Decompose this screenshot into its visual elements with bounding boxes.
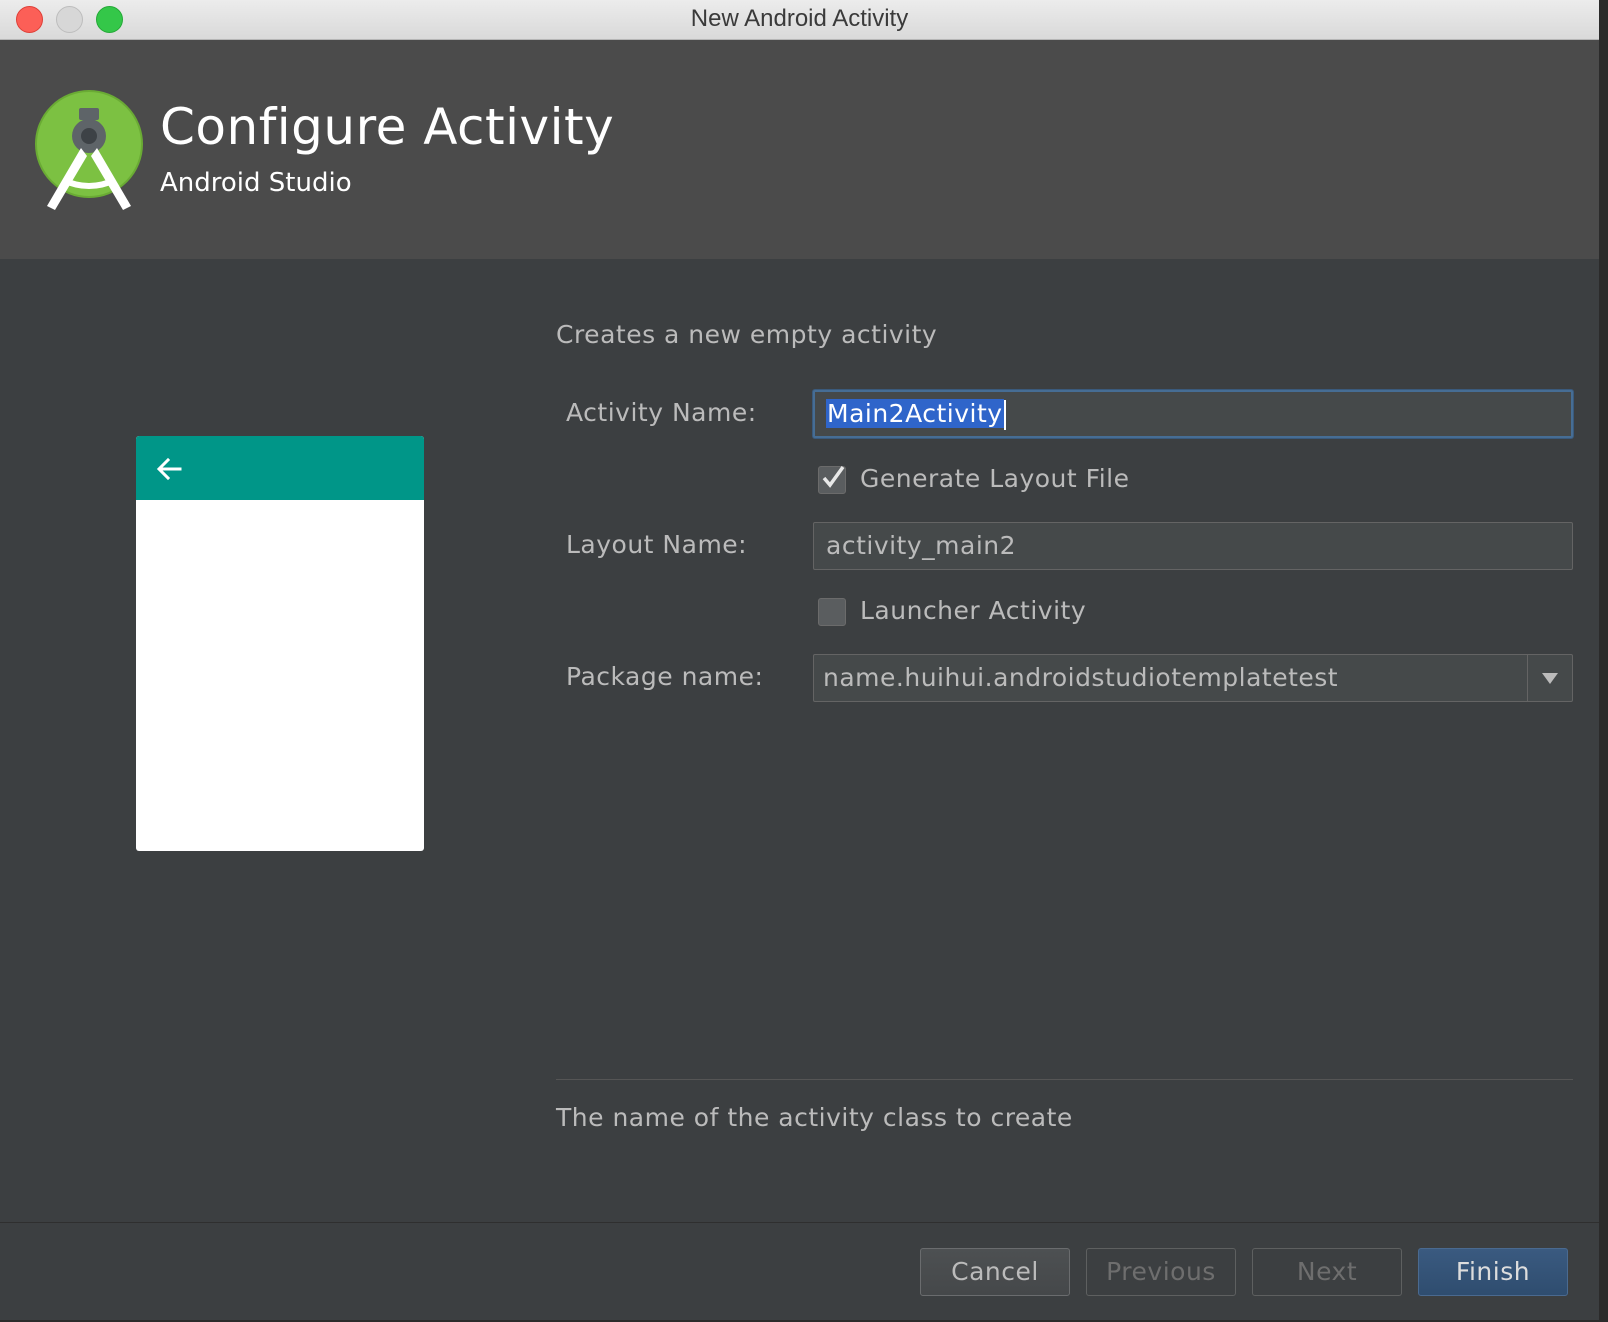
help-text: The name of the activity class to create xyxy=(556,1103,1073,1132)
finish-button[interactable]: Finish xyxy=(1418,1248,1568,1296)
template-description: Creates a new empty activity xyxy=(556,320,938,349)
android-studio-logo-icon xyxy=(35,90,143,210)
page-title: Configure Activity xyxy=(160,98,615,156)
generate-layout-checkbox[interactable] xyxy=(818,465,846,494)
package-name-dropdown[interactable]: name.huihui.androidstudiotemplatetest xyxy=(813,654,1573,702)
next-button[interactable]: Next xyxy=(1252,1248,1402,1296)
dialog-header: Configure Activity Android Studio xyxy=(0,40,1599,259)
package-name-value: name.huihui.androidstudiotemplatetest xyxy=(823,663,1339,692)
layout-name-input[interactable]: activity_main2 xyxy=(813,522,1573,570)
launcher-activity-checkbox[interactable] xyxy=(818,598,846,626)
layout-name-value: activity_main2 xyxy=(826,531,1017,560)
dialog-window: New Android Activity Configure Activity … xyxy=(0,0,1599,1320)
activity-name-input[interactable]: Main2Activity xyxy=(813,390,1573,438)
activity-name-value: Main2Activity xyxy=(826,399,1004,428)
preview-toolbar xyxy=(136,436,424,500)
title-bar: New Android Activity xyxy=(0,0,1599,40)
activity-preview xyxy=(136,436,424,851)
previous-button[interactable]: Previous xyxy=(1086,1248,1236,1296)
page-subtitle: Android Studio xyxy=(160,168,352,198)
footer-divider xyxy=(0,1222,1599,1223)
cancel-button[interactable]: Cancel xyxy=(920,1248,1070,1296)
dropdown-separator xyxy=(1527,655,1528,701)
activity-name-label: Activity Name: xyxy=(566,398,757,427)
text-caret xyxy=(1003,400,1006,430)
launcher-activity-label[interactable]: Launcher Activity xyxy=(860,596,1086,625)
window-title: New Android Activity xyxy=(690,5,909,32)
package-name-label: Package name: xyxy=(566,662,764,691)
generate-layout-label[interactable]: Generate Layout File xyxy=(860,464,1129,493)
chevron-down-icon[interactable] xyxy=(1542,673,1558,684)
help-divider xyxy=(556,1079,1573,1080)
checkmark-icon xyxy=(822,465,845,488)
arrow-left-icon xyxy=(156,457,182,481)
layout-name-label: Layout Name: xyxy=(566,530,748,559)
